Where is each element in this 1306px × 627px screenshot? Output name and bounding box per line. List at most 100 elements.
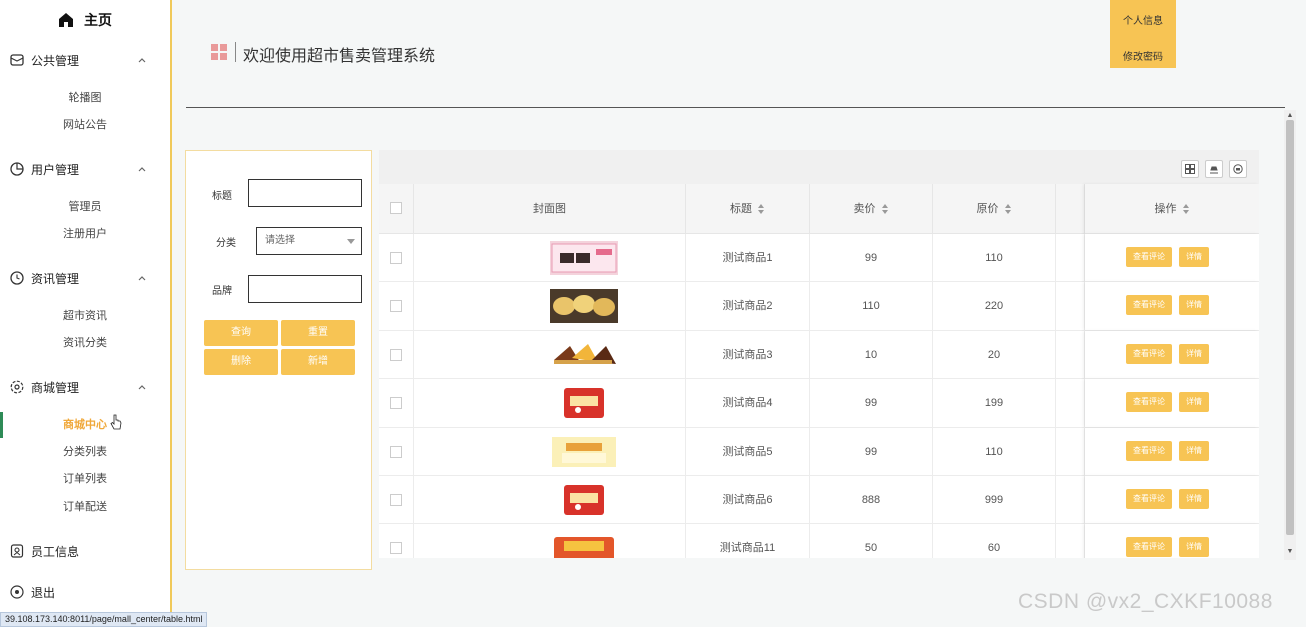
change-password-link[interactable]: 修改密码 (1110, 40, 1176, 68)
row-checkbox[interactable] (390, 542, 402, 555)
columns-icon[interactable] (1181, 160, 1199, 178)
sidebar-item-label: 员工信息 (31, 544, 80, 559)
view-review-button[interactable]: 查看评论 (1126, 343, 1172, 364)
sidebar-group-public[interactable]: 公共管理 (0, 48, 170, 72)
category-select[interactable]: 请选择 (256, 227, 362, 255)
cover-cell (414, 330, 686, 379)
sidebar-item-mall-center[interactable]: 商城中心 (0, 415, 170, 435)
title-cell: 测试商品2 (686, 282, 810, 331)
sidebar-item-news-category[interactable]: 资讯分类 (0, 333, 170, 353)
row-select-cell (379, 234, 414, 282)
header-separator (235, 42, 236, 62)
logout-icon (9, 584, 25, 600)
view-review-button[interactable]: 查看评论 (1126, 392, 1172, 413)
add-button[interactable]: 新增 (281, 349, 355, 375)
row-checkbox[interactable] (390, 252, 402, 264)
row-checkbox[interactable] (390, 445, 402, 458)
user-dropdown: 个人信息 修改密码 (1110, 0, 1176, 68)
select-all-checkbox[interactable] (390, 202, 402, 214)
detail-button[interactable]: 详情 (1179, 489, 1209, 509)
hidden-cell (1056, 234, 1085, 282)
home-label: 主页 (84, 12, 112, 28)
table-row[interactable]: 测试商品5 99 110 查看评论 详情 (379, 427, 1259, 476)
scroll-up-icon[interactable]: ▲ (1286, 112, 1294, 120)
view-review-button[interactable]: 查看评论 (1126, 440, 1172, 461)
scrollbar-thumb[interactable] (1286, 120, 1294, 535)
sidebar-item-staff[interactable]: 员工信息 (0, 539, 170, 563)
row-select-cell (379, 476, 414, 524)
cover-cell (414, 427, 686, 476)
detail-button[interactable]: 详情 (1179, 247, 1209, 267)
detail-button[interactable]: 详情 (1179, 392, 1209, 413)
sort-icon[interactable] (758, 204, 765, 215)
sidebar-group-news[interactable]: 资讯管理 (0, 266, 170, 290)
sidebar-item-order-delivery[interactable]: 订单配送 (0, 497, 170, 517)
brand-input[interactable] (248, 275, 362, 303)
title-label: 标题 (212, 191, 232, 202)
row-checkbox[interactable] (390, 348, 402, 361)
sidebar-item-category-list[interactable]: 分类列表 (0, 442, 170, 462)
col-original-label: 原价 (976, 203, 999, 215)
detail-button[interactable]: 详情 (1179, 440, 1209, 461)
col-actions[interactable]: 操作 (1085, 184, 1259, 234)
print-icon[interactable] (1229, 160, 1247, 178)
product-thumbnail (550, 531, 618, 558)
hidden-cell (1056, 282, 1085, 331)
detail-button[interactable]: 详情 (1179, 295, 1209, 316)
col-title[interactable]: 标题 (686, 184, 810, 234)
row-checkbox[interactable] (390, 494, 402, 506)
view-review-button[interactable]: 查看评论 (1126, 489, 1172, 509)
hidden-cell (1056, 476, 1085, 524)
home-link[interactable]: 主页 (0, 0, 170, 40)
category-placeholder: 请选择 (265, 235, 295, 246)
row-checkbox[interactable] (390, 300, 402, 313)
price-cell: 99 (810, 427, 933, 476)
hand-cursor-icon (110, 414, 122, 430)
col-original-price[interactable]: 原价 (933, 184, 1056, 234)
sidebar-item-registered-users[interactable]: 注册用户 (0, 224, 170, 244)
sidebar-item-admin[interactable]: 管理员 (0, 197, 170, 217)
sidebar-item-market-news[interactable]: 超市资讯 (0, 306, 170, 326)
personal-info-link[interactable]: 个人信息 (1110, 0, 1176, 40)
table-row[interactable]: 测试商品2 110 220 查看评论 详情 (379, 282, 1259, 331)
sidebar-item-carousel[interactable]: 轮播图 (0, 88, 170, 108)
view-review-button[interactable]: 查看评论 (1126, 537, 1172, 558)
col-hidden (1056, 184, 1085, 234)
table-row[interactable]: 测试商品4 99 199 查看评论 详情 (379, 379, 1259, 428)
product-thumbnail (550, 337, 618, 372)
table-row[interactable]: 测试商品6 888 999 查看评论 详情 (379, 476, 1259, 525)
sidebar-item-label: 退出 (31, 585, 56, 600)
select-all-cell (379, 184, 414, 234)
sort-icon[interactable] (1182, 204, 1190, 215)
table-row[interactable]: 测试商品11 50 60 查看评论 详情 (379, 524, 1259, 558)
view-review-button[interactable]: 查看评论 (1126, 247, 1172, 267)
sidebar-item-order-list[interactable]: 订单列表 (0, 469, 170, 489)
detail-button[interactable]: 详情 (1179, 343, 1209, 364)
title-input[interactable] (248, 179, 362, 207)
sidebar-item-notice[interactable]: 网站公告 (0, 115, 170, 135)
col-cover-label: 封面图 (533, 203, 566, 215)
row-checkbox[interactable] (390, 397, 402, 410)
table-row[interactable]: 测试商品1 99 110 查看评论 详情 (379, 234, 1259, 283)
category-label: 分类 (216, 238, 236, 249)
sort-icon[interactable] (881, 204, 889, 215)
detail-button[interactable]: 详情 (1179, 537, 1209, 558)
reset-button[interactable]: 重置 (281, 320, 355, 346)
sidebar-group-users[interactable]: 用户管理 (0, 157, 170, 181)
table-row[interactable]: 测试商品3 10 20 查看评论 详情 (379, 330, 1259, 380)
scroll-down-icon[interactable]: ▼ (1286, 548, 1294, 556)
sidebar-group-label: 资讯管理 (31, 271, 80, 286)
product-thumbnail (550, 434, 618, 469)
view-review-button[interactable]: 查看评论 (1126, 295, 1172, 316)
sort-icon[interactable] (1004, 204, 1012, 215)
actions-cell: 查看评论 详情 (1085, 476, 1259, 524)
sidebar-item-logout[interactable]: 退出 (0, 580, 170, 604)
data-table: 封面图 标题 卖价 原价 操作 测试商品1 99 110 查看评论 详情 测试商品2 110… (379, 150, 1259, 558)
sidebar-group-label: 公共管理 (31, 53, 80, 68)
sidebar-group-mall[interactable]: 商城管理 (0, 375, 170, 399)
delete-button[interactable]: 删除 (204, 349, 278, 375)
hidden-cell (1056, 330, 1085, 379)
col-price[interactable]: 卖价 (810, 184, 933, 234)
query-button[interactable]: 查询 (204, 320, 278, 346)
export-icon[interactable] (1205, 160, 1223, 178)
